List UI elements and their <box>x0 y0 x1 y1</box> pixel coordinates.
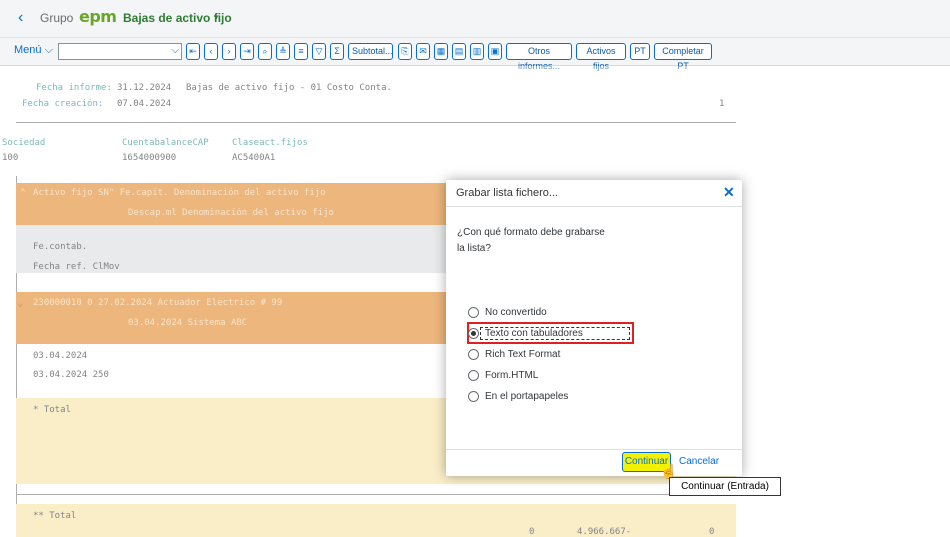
spreadsheet-icon: ▦ <box>436 46 446 56</box>
chevron-down-icon: ⌵ <box>171 45 179 56</box>
company-name: Grupo <box>40 11 74 25</box>
pt-button[interactable]: PT <box>630 43 650 60</box>
next-page-button[interactable]: › <box>222 43 236 60</box>
previous-page-icon: ‹ <box>209 46 213 56</box>
complete-pt-button[interactable]: Completar PT <box>654 43 712 71</box>
radio-button[interactable] <box>468 307 479 318</box>
subtotal-button[interactable]: Subtotal... <box>348 43 393 60</box>
find-icon: ⌕ <box>262 46 268 56</box>
radio-button[interactable] <box>468 370 479 381</box>
epm-logo: epm <box>79 7 117 26</box>
sort-descending-button[interactable]: ≡ <box>294 43 308 60</box>
first-page-icon: ⇤ <box>189 46 197 56</box>
other-reports-button[interactable]: Otros informes... <box>506 43 572 71</box>
print-button[interactable]: ⎘ <box>398 43 412 60</box>
print-icon: ⎘ <box>401 46 409 56</box>
save-list-dialog: Grabar lista fichero... ✕ ¿Con qué forma… <box>446 180 742 479</box>
sum-button[interactable]: Σ <box>330 43 344 60</box>
previous-page-button[interactable]: ‹ <box>204 43 218 60</box>
mail-button[interactable]: ✉ <box>416 43 430 60</box>
next-page-icon: › <box>227 46 231 56</box>
app-title-dropdown-icon[interactable]: ▾ <box>214 12 219 23</box>
export-button[interactable]: ▣ <box>488 43 502 60</box>
layout-change-icon: ▥ <box>472 46 482 56</box>
sort-ascending-button[interactable]: ≜ <box>276 43 290 60</box>
report-toolbar: Menú ⌵ ⌵ ⇤ ‹ › ⇥ ⌕ ≜ ≡ ▽ Σ Subtotal... ⎘… <box>0 38 950 71</box>
continue-tooltip: Continuar (Entrada) <box>669 477 781 496</box>
dialog-question: ¿Con qué formato debe grabarse la lista? <box>457 227 605 254</box>
export-icon: ▣ <box>490 46 500 56</box>
menu-button[interactable]: Menú ⌵ <box>14 44 53 57</box>
layout-button[interactable]: ▤ <box>452 43 466 60</box>
cancel-button[interactable]: Cancelar <box>679 456 719 467</box>
toolbar-select[interactable]: ⌵ <box>58 43 182 60</box>
layout-icon: ▤ <box>454 46 464 56</box>
dialog-title: Grabar lista fichero... <box>456 187 559 199</box>
chevron-down-icon: ⌵ <box>44 44 53 56</box>
close-icon[interactable]: ✕ <box>723 184 735 201</box>
find-button[interactable]: ⌕ <box>258 43 272 60</box>
sort-descending-icon: ≡ <box>298 46 304 56</box>
back-icon[interactable]: ‹ <box>18 9 23 27</box>
filter-icon: ▽ <box>315 46 323 56</box>
radio-button[interactable] <box>468 391 479 402</box>
radio-button-selected[interactable] <box>468 328 479 339</box>
last-page-icon: ⇥ <box>243 46 251 56</box>
dialog-header: Grabar lista fichero... ✕ <box>446 180 742 207</box>
shell-header: ‹ Grupo epm Bajas de activo fijo ▾ <box>0 0 950 38</box>
first-page-button[interactable]: ⇤ <box>186 43 200 60</box>
fixed-assets-button[interactable]: Activos fijos <box>576 43 626 71</box>
sum-icon: Σ <box>334 46 340 56</box>
last-page-button[interactable]: ⇥ <box>240 43 254 60</box>
mail-icon: ✉ <box>419 46 427 56</box>
layout-change-button[interactable]: ▥ <box>470 43 484 60</box>
filter-button[interactable]: ▽ <box>312 43 326 60</box>
spreadsheet-button[interactable]: ▦ <box>434 43 448 60</box>
radio-button[interactable] <box>468 349 479 360</box>
sort-ascending-icon: ≜ <box>279 46 287 56</box>
